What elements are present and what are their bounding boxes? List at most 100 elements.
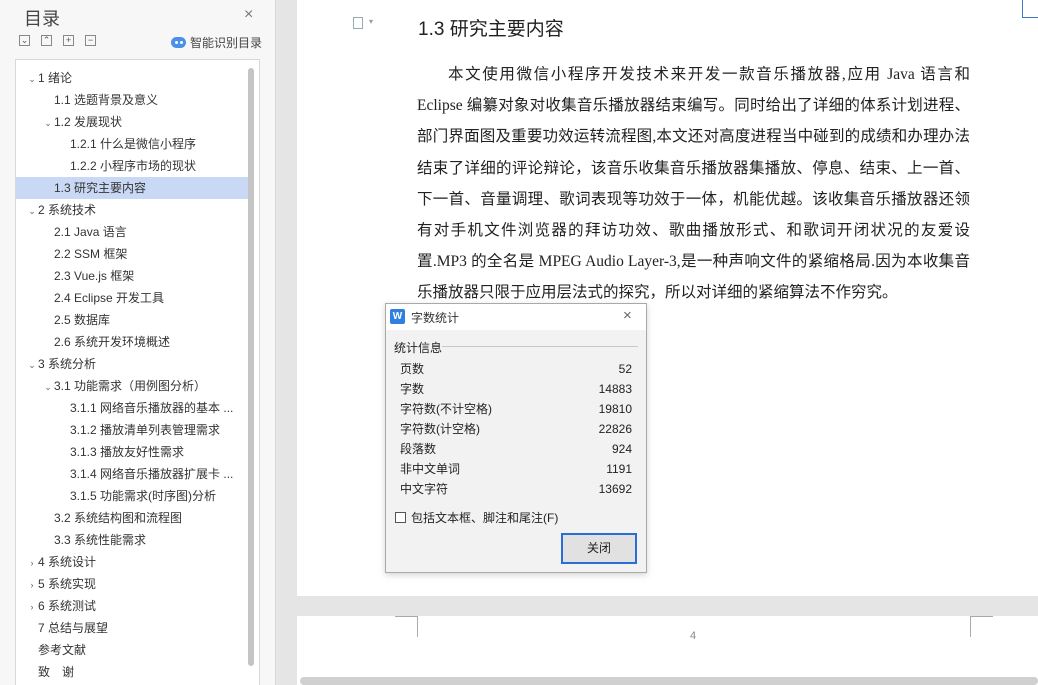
chevron-down-icon[interactable]: ▾	[369, 17, 373, 26]
toc-item-label: 7 总结与展望	[38, 621, 109, 635]
toc-item[interactable]: 3.1.4 网络音乐播放器扩展卡 ...	[16, 463, 248, 485]
group-divider	[442, 346, 638, 347]
page-number: 4	[690, 630, 697, 642]
horizontal-scrollbar[interactable]	[300, 677, 1038, 685]
toc-item-label: 参考文献	[38, 643, 87, 657]
toc-item[interactable]: 3.3 系统性能需求	[16, 529, 248, 551]
toc-item[interactable]: 3.1.3 播放友好性需求	[16, 441, 248, 463]
stat-row-chars-with-space: 字符数(计空格) 22826	[400, 419, 632, 439]
toc-item[interactable]: ⌄ 3.1 功能需求（用例图分析）	[16, 375, 248, 397]
toggle-arrow-icon[interactable]: ›	[26, 552, 38, 573]
toc-item-label: 3.1.4 网络音乐播放器扩展卡 ...	[70, 467, 234, 481]
toc-item[interactable]: › 6 系统测试	[16, 595, 248, 617]
stat-label: 段落数	[400, 442, 437, 456]
toc-item[interactable]: 3.2 系统结构图和流程图	[16, 507, 248, 529]
toc-item[interactable]: 3.1.2 播放清单列表管理需求	[16, 419, 248, 441]
toc-item[interactable]: 7 总结与展望	[16, 617, 248, 639]
stat-row-non-chinese-words: 非中文单词 1191	[400, 459, 632, 479]
wps-writer-icon: W	[390, 309, 405, 324]
stat-row-words: 字数 14883	[400, 379, 632, 399]
toc-panel: ⌄ 1 绪论 1.1 选题背景及意义 ⌄ 1.2 发展现状 1.2.1 什么是微信小程序 1…	[15, 59, 260, 685]
toggle-arrow-icon[interactable]: ⌄	[42, 112, 54, 133]
toc-item[interactable]: 2.3 Vue.js 框架	[16, 265, 248, 287]
toc-item[interactable]: ⌄ 1 绪论	[16, 67, 248, 89]
toc-item[interactable]: › 5 系统实现	[16, 573, 248, 595]
toc-item[interactable]: 2.1 Java 语言	[16, 221, 248, 243]
dialog-titlebar[interactable]: W 字数统计 ×	[386, 304, 646, 330]
toggle-arrow-icon[interactable]: ›	[26, 574, 38, 595]
toggle-arrow-icon[interactable]: ⌄	[42, 376, 54, 397]
stat-value: 1191	[606, 462, 632, 476]
sidebar-close-icon[interactable]: ×	[244, 6, 253, 24]
stat-value: 924	[611, 442, 632, 456]
toggle-arrow-icon[interactable]: ›	[26, 596, 38, 617]
stat-label: 字符数(不计空格)	[400, 402, 492, 416]
toggle-arrow-icon[interactable]: ⌄	[26, 68, 38, 89]
toc-item-label: 6 系统测试	[38, 599, 97, 613]
toc-item-label: 2.2 SSM 框架	[54, 247, 128, 261]
toc-item-label: 2.4 Eclipse 开发工具	[54, 291, 165, 305]
toc-item-label: 2.3 Vue.js 框架	[54, 269, 135, 283]
remove-level-icon[interactable]: −	[85, 35, 96, 46]
toc-item[interactable]: 3.1.1 网络音乐播放器的基本 ...	[16, 397, 248, 419]
corner-mark-icon	[1022, 0, 1038, 18]
toc-item[interactable]: 1.3 研究主要内容	[16, 177, 248, 199]
toc-item[interactable]: ⌄ 2 系统技术	[16, 199, 248, 221]
page-break-gap	[297, 596, 1038, 616]
section-heading: 1.3 研究主要内容	[418, 19, 564, 40]
close-button[interactable]: 关闭	[561, 533, 637, 564]
toc-item[interactable]: 致 谢	[16, 661, 248, 683]
toc-item[interactable]: 1.2.2 小程序市场的现状	[16, 155, 248, 177]
stat-label: 中文字符	[400, 482, 449, 496]
toc-item-label: 5 系统实现	[38, 577, 97, 591]
toc-item-label: 2 系统技术	[38, 203, 97, 217]
toc-item[interactable]: 2.4 Eclipse 开发工具	[16, 287, 248, 309]
stat-label: 字数	[400, 382, 425, 396]
toc-item-label: 2.5 数据库	[54, 313, 111, 327]
toc-sidebar: 目录 × ⌄ ⌃ + − 智能识别目录 ⌄ 1 绪论 1.1 选题背景及意义 ⌄ 1.2…	[0, 0, 276, 685]
toggle-arrow-icon[interactable]: ⌄	[26, 354, 38, 375]
stat-value: 22826	[598, 422, 632, 436]
toc-item-label: 3.1 功能需求（用例图分析）	[54, 379, 207, 393]
page-corner-mark-right	[970, 616, 993, 637]
toc-item[interactable]: ⌄ 3 系统分析	[16, 353, 248, 375]
stat-value: 13692	[598, 482, 632, 496]
expand-all-icon[interactable]: ⌄	[19, 35, 30, 46]
toggle-arrow-icon[interactable]: ⌄	[26, 200, 38, 221]
sidebar-title: 目录	[24, 9, 60, 29]
stats-group-label: 统计信息	[394, 341, 443, 355]
checkbox-box[interactable]	[395, 512, 406, 523]
stat-value: 19810	[598, 402, 632, 416]
toc-item-label: 3.1.3 播放友好性需求	[70, 445, 185, 459]
toc-item-label: 3.3 系统性能需求	[54, 533, 147, 547]
toc-item[interactable]: › 4 系统设计	[16, 551, 248, 573]
toc-item[interactable]: 2.2 SSM 框架	[16, 243, 248, 265]
stat-label: 非中文单词	[400, 462, 461, 476]
toc-item-label: 3 系统分析	[38, 357, 97, 371]
toc-item[interactable]: 1.1 选题背景及意义	[16, 89, 248, 111]
add-level-icon[interactable]: +	[63, 35, 74, 46]
toc-scrollbar[interactable]	[248, 68, 254, 666]
body-paragraph: 本文使用微信小程序开发技术来开发一款音乐播放器,应用 Java 语言和 Ecli…	[417, 66, 970, 302]
stats-table: 页数 52 字数 14883 字符数(不计空格) 19810 字符数(计空格) …	[400, 359, 632, 499]
toc-item[interactable]: 2.6 系统开发环境概述	[16, 331, 248, 353]
stat-row-chars-no-space: 字符数(不计空格) 19810	[400, 399, 632, 419]
dialog-title: 字数统计	[411, 311, 460, 325]
word-count-dialog: W 字数统计 × 统计信息 页数 52 字数 14883 字符数(不计空格) 1…	[385, 303, 647, 573]
paragraph-format-icon[interactable]	[353, 17, 363, 29]
stat-row-pages: 页数 52	[400, 359, 632, 379]
smart-robot-icon	[171, 37, 186, 48]
dialog-close-icon[interactable]: ×	[623, 307, 632, 324]
toc-item-label: 2.1 Java 语言	[54, 225, 127, 239]
toc-item[interactable]: 1.2.1 什么是微信小程序	[16, 133, 248, 155]
toc-item[interactable]: 参考文献	[16, 639, 248, 661]
toc-item[interactable]: 3.1.5 功能需求(时序图)分析	[16, 485, 248, 507]
stat-value: 52	[618, 362, 632, 376]
stat-row-paragraphs: 段落数 924	[400, 439, 632, 459]
toc-item[interactable]: 2.5 数据库	[16, 309, 248, 331]
include-textbox-checkbox[interactable]: 包括文本框、脚注和尾注(F)	[395, 509, 558, 526]
toc-item[interactable]: ⌄ 1.2 发展现状	[16, 111, 248, 133]
collapse-all-icon[interactable]: ⌃	[41, 35, 52, 46]
toc-item-label: 3.1.1 网络音乐播放器的基本 ...	[70, 401, 234, 415]
smart-toc-button[interactable]: 智能识别目录	[171, 34, 262, 51]
